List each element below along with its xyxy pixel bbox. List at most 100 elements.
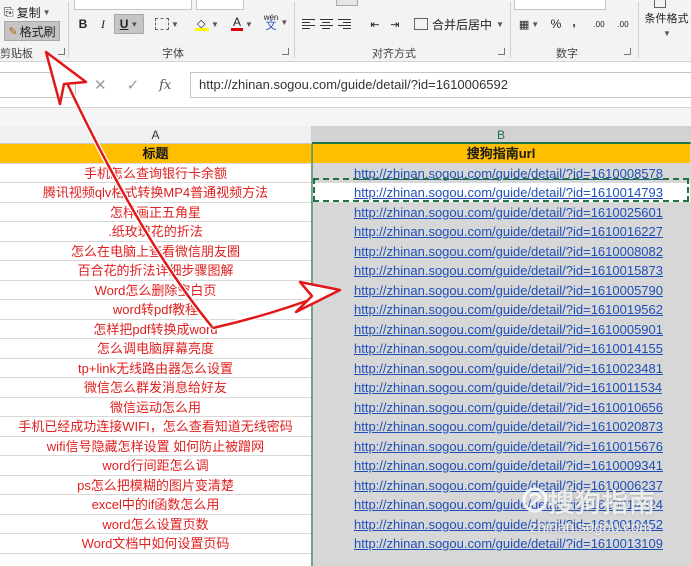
formula-controls: ✕ ✓ fx — [82, 72, 190, 98]
url-link[interactable]: http://zhinan.sogou.com/guide/detail/?id… — [312, 475, 691, 495]
title-cell[interactable]: 怎样把pdf转换成word — [0, 319, 312, 339]
url-link[interactable]: http://zhinan.sogou.com/guide/detail/?id… — [312, 222, 691, 242]
title-cell[interactable]: 腾讯视频qlv格式转换MP4普通视频方法 — [0, 183, 312, 203]
url-link[interactable]: http://zhinan.sogou.com/guide/detail/?id… — [312, 202, 691, 222]
clipboard-launcher-icon[interactable] — [58, 48, 65, 55]
title-cell[interactable]: excel中的if函数怎么用 — [0, 495, 312, 515]
title-cell[interactable]: wifi信号隐藏怎样设置 如何防止被蹭网 — [0, 436, 312, 456]
copy-button[interactable]: ⎘ 复制 ▼ — [4, 2, 56, 22]
formula-input[interactable]: http://zhinan.sogou.com/guide/detail/?id… — [190, 72, 691, 98]
brush-icon: ✎ — [8, 25, 18, 38]
url-link[interactable]: http://zhinan.sogou.com/guide/detail/?id… — [312, 300, 691, 320]
title-cell[interactable]: 百合花的折法详细步骤图解 — [0, 261, 312, 281]
title-cell[interactable]: word转pdf教程 — [0, 300, 312, 320]
header-cell-title[interactable]: 标题 — [0, 144, 312, 164]
title-cell[interactable]: Word怎么删除空白页 — [0, 280, 312, 300]
conditional-format-button[interactable]: 条件格式 — [642, 10, 691, 26]
url-link[interactable]: http://zhinan.sogou.com/guide/detail/?id… — [312, 339, 691, 359]
chevron-down-icon[interactable]: ▼ — [496, 20, 504, 29]
decrease-decimal-button[interactable]: .00 — [612, 14, 634, 34]
chevron-down-icon[interactable]: ▼ — [660, 28, 672, 38]
chevron-down-icon[interactable]: ▼ — [171, 20, 179, 29]
url-link[interactable]: http://zhinan.sogou.com/guide/detail/?id… — [312, 495, 691, 515]
url-link[interactable]: http://zhinan.sogou.com/guide/detail/?id… — [312, 261, 691, 281]
italic-button[interactable]: I — [94, 14, 112, 34]
column-header-b[interactable]: B — [312, 126, 691, 144]
selection-border — [311, 144, 313, 566]
title-cell[interactable]: 手机已经成功连接WIFI，怎么查看知道无线密码 — [0, 417, 312, 437]
name-box[interactable] — [0, 72, 76, 98]
percent-button[interactable]: % — [548, 14, 564, 34]
chevron-down-icon[interactable]: ▼ — [531, 20, 539, 29]
middle-align-button[interactable] — [336, 0, 358, 6]
title-cell[interactable]: Word文档中如何设置页码 — [0, 534, 312, 554]
table-row: .纸玫瑰花的折法 http://zhinan.sogou.com/guide/d… — [0, 222, 691, 242]
header-cell-url[interactable]: 搜狗指南url — [312, 144, 691, 164]
chevron-down-icon[interactable]: ▼ — [245, 20, 253, 29]
decrease-indent-button[interactable]: ⇤ — [366, 14, 384, 34]
chevron-down-icon[interactable]: ▼ — [130, 20, 138, 29]
number-launcher-icon[interactable] — [624, 48, 631, 55]
url-link[interactable]: http://zhinan.sogou.com/guide/detail/?id… — [312, 183, 691, 203]
url-link[interactable]: http://zhinan.sogou.com/guide/detail/?id… — [312, 417, 691, 437]
font-launcher-icon[interactable] — [282, 48, 289, 55]
increase-decimal-button[interactable]: .00 — [588, 14, 610, 34]
table-row: 微信怎么群发消息给好友 http://zhinan.sogou.com/guid… — [0, 378, 691, 398]
phonetic-button[interactable]: wén 文 ▼ — [262, 12, 290, 32]
url-link[interactable]: http://zhinan.sogou.com/guide/detail/?id… — [312, 241, 691, 261]
title-cell[interactable]: ps怎么把模糊的图片变清楚 — [0, 475, 312, 495]
font-size-combo[interactable] — [196, 0, 244, 10]
alignment-group-label: 对齐方式 — [372, 48, 416, 60]
format-painter-button[interactable]: ✎ 格式刷 — [4, 21, 60, 41]
title-cell[interactable]: 怎么在电脑上查看微信朋友圈 — [0, 241, 312, 261]
title-cell[interactable]: 微信运动怎么用 — [0, 397, 312, 417]
url-link[interactable] — [312, 553, 691, 566]
number-format-combo[interactable] — [514, 0, 606, 10]
borders-button[interactable]: ▼ — [150, 14, 184, 34]
url-link[interactable]: http://zhinan.sogou.com/guide/detail/?id… — [312, 319, 691, 339]
align-center-button[interactable] — [318, 14, 334, 34]
title-cell[interactable]: 手机怎么查询银行卡余额 — [0, 163, 312, 183]
merge-center-button[interactable]: 合并后居中 ▼ — [414, 14, 506, 34]
align-left-button[interactable] — [300, 14, 316, 34]
bold-button[interactable]: B — [74, 14, 92, 34]
font-name-combo[interactable] — [74, 0, 192, 10]
confirm-icon[interactable]: ✓ — [127, 76, 140, 94]
title-cell[interactable]: 怎样画正五角星 — [0, 202, 312, 222]
underline-button[interactable]: U ▼ — [114, 14, 144, 34]
title-cell[interactable]: 怎么调电脑屏幕亮度 — [0, 339, 312, 359]
cancel-icon[interactable]: ✕ — [94, 76, 107, 94]
url-link[interactable]: http://zhinan.sogou.com/guide/detail/?id… — [312, 514, 691, 534]
chevron-down-icon[interactable]: ▼ — [280, 18, 288, 27]
table-row: 百合花的折法详细步骤图解 http://zhinan.sogou.com/gui… — [0, 261, 691, 281]
url-link[interactable]: http://zhinan.sogou.com/guide/detail/?id… — [312, 534, 691, 554]
url-link[interactable]: http://zhinan.sogou.com/guide/detail/?id… — [312, 280, 691, 300]
title-cell[interactable]: .纸玫瑰花的折法 — [0, 222, 312, 242]
font-color-button[interactable]: A ▼ — [226, 14, 258, 34]
fill-color-button[interactable]: ◇ ▼ — [190, 14, 224, 34]
worksheet-grid[interactable]: 标题 搜狗指南url 手机怎么查询银行卡余额 http://zhinan.sog… — [0, 144, 691, 566]
url-link[interactable]: http://zhinan.sogou.com/guide/detail/?id… — [312, 358, 691, 378]
font-color-icon: A — [231, 15, 244, 31]
comma-button[interactable]: , — [568, 12, 580, 32]
url-link[interactable]: http://zhinan.sogou.com/guide/detail/?id… — [312, 397, 691, 417]
column-header-a[interactable]: A — [0, 126, 312, 144]
url-link[interactable]: http://zhinan.sogou.com/guide/detail/?id… — [312, 378, 691, 398]
title-cell[interactable]: word行间距怎么调 — [0, 456, 312, 476]
alignment-launcher-icon[interactable] — [498, 48, 505, 55]
insert-function-icon[interactable]: fx — [159, 78, 171, 93]
copy-icon: ⎘ — [4, 4, 14, 19]
title-cell[interactable]: tp+link无线路由器怎么设置 — [0, 358, 312, 378]
chevron-down-icon[interactable]: ▼ — [43, 8, 51, 17]
increase-indent-button[interactable]: ⇥ — [386, 14, 404, 34]
url-link[interactable]: http://zhinan.sogou.com/guide/detail/?id… — [312, 163, 691, 183]
column-headers: A B — [0, 126, 691, 144]
url-link[interactable]: http://zhinan.sogou.com/guide/detail/?id… — [312, 436, 691, 456]
title-cell[interactable]: word怎么设置页数 — [0, 514, 312, 534]
accounting-format-button[interactable]: ▦ ▼ — [514, 14, 544, 34]
align-right-button[interactable] — [336, 14, 352, 34]
url-link[interactable]: http://zhinan.sogou.com/guide/detail/?id… — [312, 456, 691, 476]
title-cell[interactable] — [0, 553, 312, 566]
title-cell[interactable]: 微信怎么群发消息给好友 — [0, 378, 312, 398]
chevron-down-icon[interactable]: ▼ — [211, 20, 219, 29]
